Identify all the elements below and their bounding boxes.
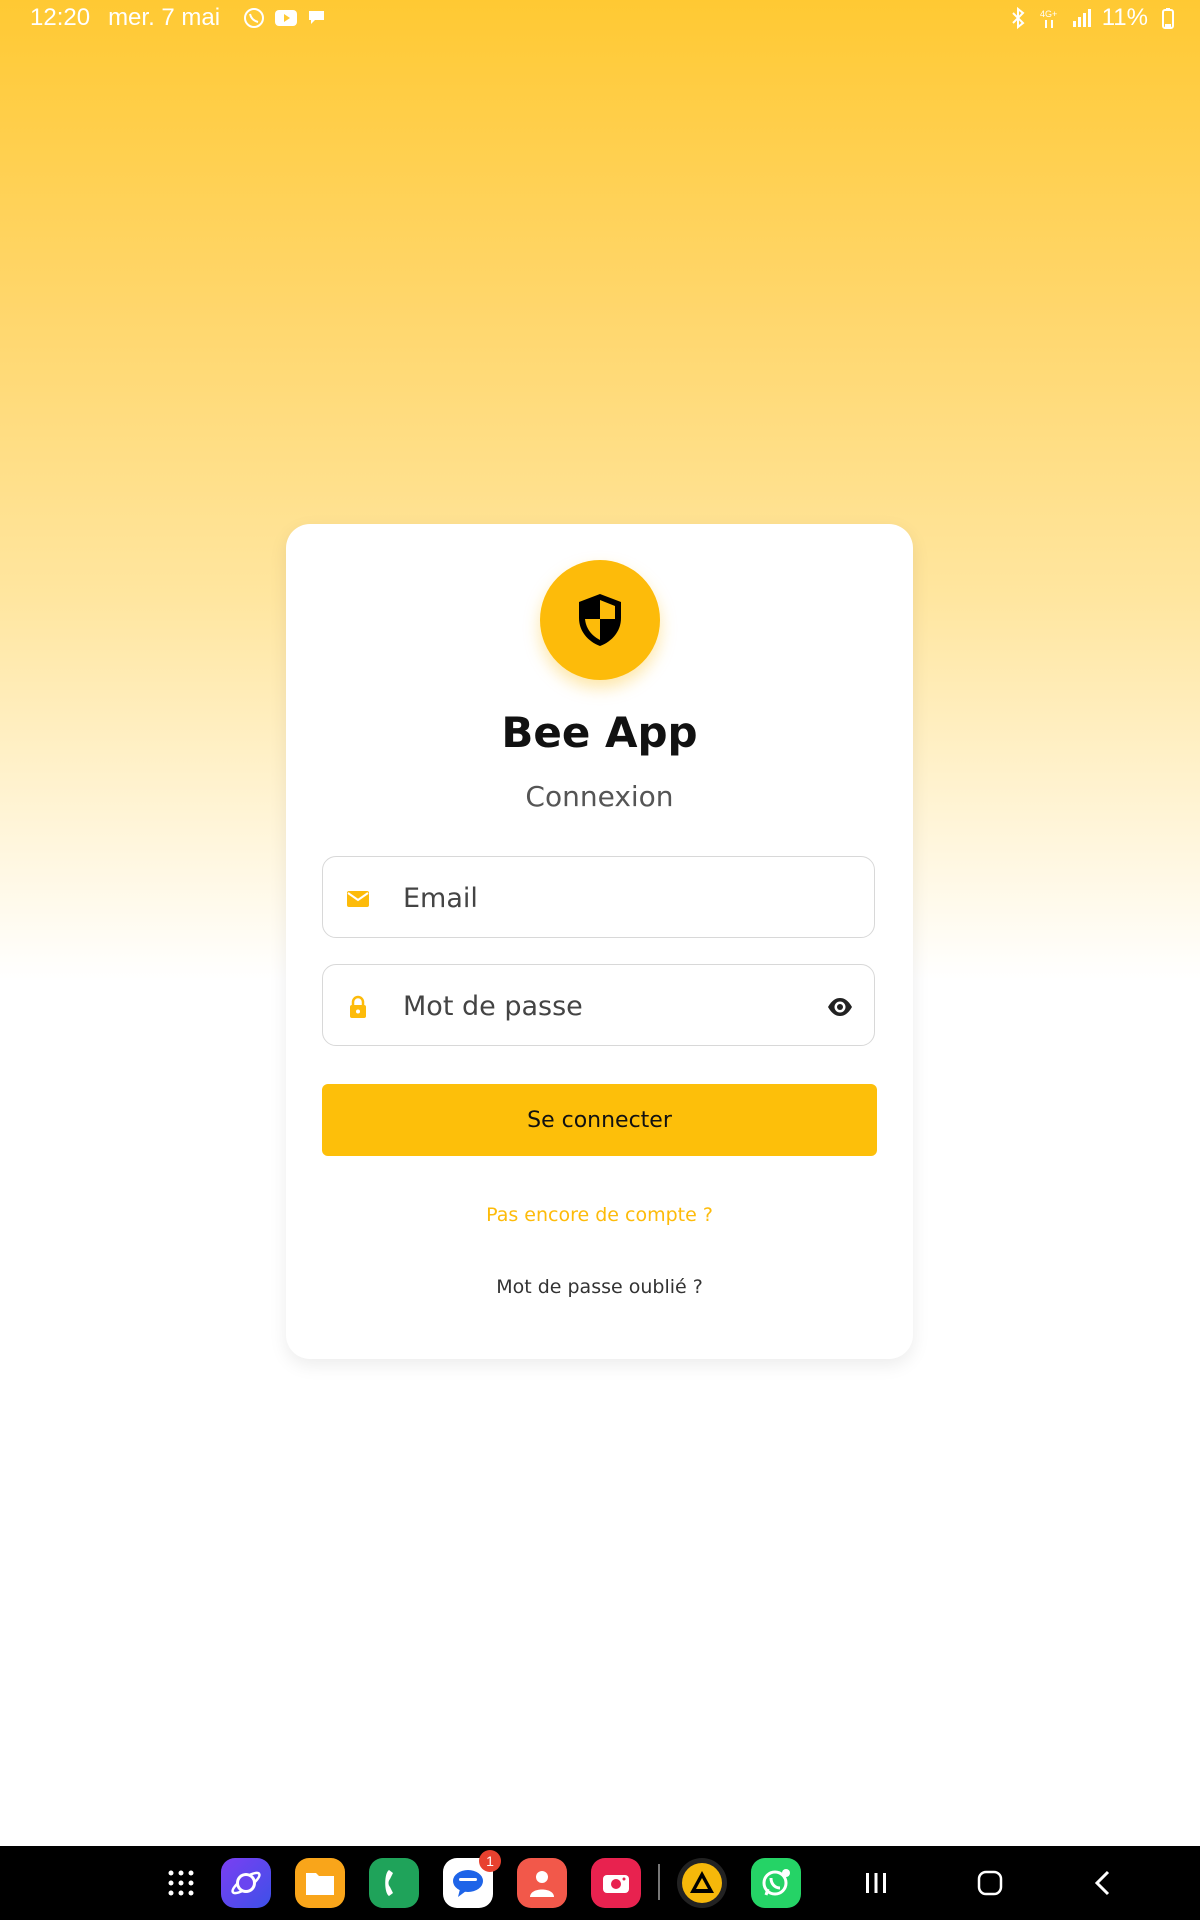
camera-icon bbox=[603, 1875, 629, 1893]
mail-icon bbox=[347, 891, 369, 907]
lock-icon bbox=[350, 995, 366, 1018]
whatsapp-app[interactable] bbox=[751, 1858, 801, 1908]
back-button[interactable] bbox=[1084, 1866, 1120, 1900]
login-button[interactable]: Se connecter bbox=[322, 1084, 877, 1156]
status-date: mer. 7 mai bbox=[108, 4, 221, 31]
signal-icon bbox=[1072, 9, 1091, 27]
taskbar-divider bbox=[658, 1864, 660, 1900]
status-bar: 12:20 mer. 7 mai 4G+ 11% bbox=[0, 0, 1200, 36]
recents-icon bbox=[866, 1873, 886, 1893]
app-drawer-button[interactable] bbox=[156, 1858, 206, 1908]
grid-icon bbox=[168, 1870, 194, 1896]
person-icon bbox=[530, 1871, 554, 1897]
battery-percent: 11% bbox=[1101, 4, 1148, 31]
login-card: Bee App Connexion Se connecter Pas encor… bbox=[286, 524, 913, 1359]
app-title: Bee App bbox=[501, 708, 698, 757]
bluetooth-icon bbox=[1012, 6, 1025, 30]
planet-icon bbox=[231, 1871, 261, 1895]
screen-recorder-app[interactable] bbox=[591, 1858, 641, 1908]
status-time: 12:20 bbox=[30, 4, 91, 31]
phone-icon bbox=[385, 1870, 393, 1896]
whatsapp-icon bbox=[762, 1869, 790, 1896]
shield-icon bbox=[579, 594, 621, 646]
home-icon bbox=[977, 1870, 1003, 1896]
internet-app[interactable] bbox=[221, 1858, 271, 1908]
message-icon bbox=[453, 1870, 483, 1897]
page-subtitle: Connexion bbox=[525, 780, 674, 813]
home-button[interactable] bbox=[972, 1866, 1008, 1900]
battery-icon bbox=[1162, 8, 1174, 29]
messages-app[interactable]: 1 bbox=[443, 1850, 501, 1908]
folder-icon bbox=[306, 1873, 334, 1895]
triangle-icon bbox=[682, 1863, 722, 1903]
taskbar: 1 bbox=[0, 1846, 1200, 1920]
email-input[interactable] bbox=[401, 873, 785, 923]
signup-link[interactable]: Pas encore de compte ? bbox=[286, 1204, 913, 1226]
recents-button[interactable] bbox=[858, 1866, 894, 1900]
email-field[interactable] bbox=[322, 856, 875, 938]
aptoide-app[interactable] bbox=[677, 1858, 727, 1908]
whatsapp-icon bbox=[244, 8, 265, 28]
back-icon bbox=[1094, 1870, 1110, 1896]
youtube-icon bbox=[275, 10, 298, 26]
svg-text:4G+: 4G+ bbox=[1040, 9, 1057, 19]
phone-app[interactable] bbox=[369, 1858, 419, 1908]
messages-badge: 1 bbox=[479, 1850, 501, 1872]
forgot-password-link[interactable]: Mot de passe oublié ? bbox=[286, 1276, 913, 1298]
4g-icon: 4G+ bbox=[1040, 9, 1057, 28]
eye-icon[interactable] bbox=[826, 993, 854, 1021]
chat-icon bbox=[309, 11, 325, 24]
contacts-app[interactable] bbox=[517, 1858, 567, 1908]
password-field[interactable] bbox=[322, 964, 875, 1046]
password-input[interactable] bbox=[401, 981, 785, 1031]
files-app[interactable] bbox=[295, 1858, 345, 1908]
app-logo bbox=[540, 560, 660, 680]
